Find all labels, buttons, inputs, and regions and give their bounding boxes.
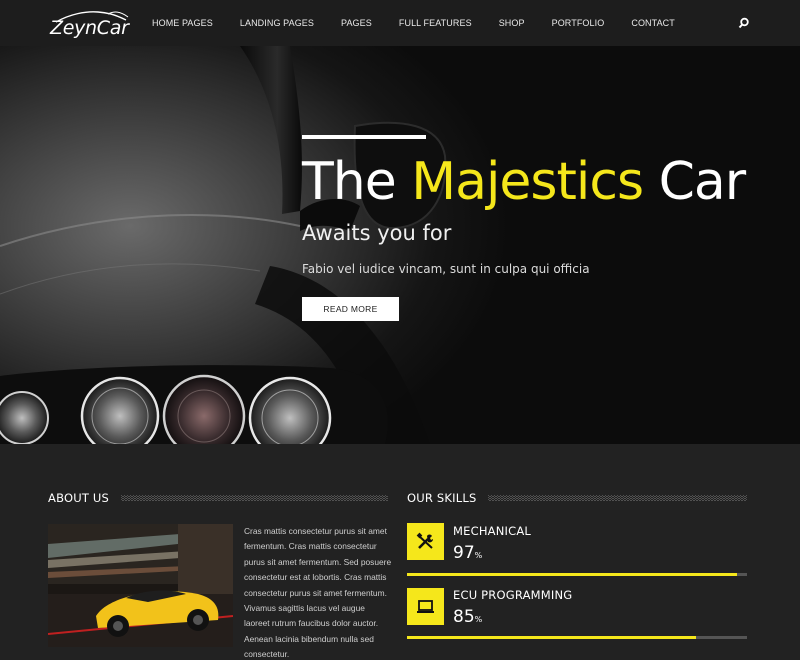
skill-value-unit: % — [474, 615, 483, 624]
about-text: Cras mattis consectetur purus sit amet f… — [244, 526, 392, 660]
hero-banner: The Majestics Car Awaits you for Fabio v… — [0, 46, 800, 444]
section-divider — [121, 495, 388, 501]
hero-title-prefix: The — [302, 152, 397, 212]
read-more-button[interactable]: READ MORE — [302, 297, 399, 321]
menu-item-landing-pages[interactable]: LANDING PAGES — [240, 0, 314, 46]
hero-text: Fabio vel iudice vincam, sunt in culpa q… — [302, 262, 590, 276]
skill-progress-track — [407, 573, 747, 576]
main-menu: HOME PAGES LANDING PAGES PAGES FULL FEAT… — [152, 0, 702, 46]
about-section-header: ABOUT US — [48, 491, 388, 505]
skills-section-header: OUR SKILLS — [407, 491, 747, 505]
hero-title-suffix: Car — [658, 152, 747, 212]
tools-icon — [416, 532, 433, 549]
menu-item-full-features[interactable]: FULL FEATURES — [399, 0, 472, 46]
skill-progress-track — [407, 636, 747, 639]
section-divider — [488, 495, 747, 501]
search-icon[interactable] — [738, 17, 750, 29]
skill-value-number: 97 — [453, 543, 475, 563]
skill-progress-fill — [407, 573, 737, 576]
logo-text: ZeynCar — [50, 17, 129, 39]
menu-item-contact[interactable]: CONTACT — [631, 0, 675, 46]
skill-icon-box — [407, 523, 444, 560]
menu-item-pages[interactable]: PAGES — [341, 0, 372, 46]
menu-item-shop[interactable]: SHOP — [499, 0, 525, 46]
skill-name: ECU PROGRAMMING — [453, 588, 573, 602]
top-navbar: ZeynCar HOME PAGES LANDING PAGES PAGES F… — [0, 0, 800, 46]
about-title: ABOUT US — [48, 491, 110, 505]
brand-logo[interactable]: ZeynCar — [48, 9, 132, 39]
skill-value-number: 85 — [453, 607, 475, 627]
skill-progress-fill — [407, 636, 696, 639]
skill-value: 97% — [453, 543, 482, 563]
menu-item-portfolio[interactable]: PORTFOLIO — [552, 0, 605, 46]
skill-icon-box — [407, 588, 444, 625]
laptop-icon — [417, 600, 434, 613]
hero-title-accent: Majestics — [411, 152, 644, 212]
skill-value: 85% — [453, 607, 482, 627]
hero-car-image — [0, 46, 447, 444]
skill-name: MECHANICAL — [453, 524, 532, 538]
skills-title: OUR SKILLS — [407, 491, 477, 505]
hero-subtitle: Awaits you for — [302, 221, 452, 245]
menu-item-home-pages[interactable]: HOME PAGES — [152, 0, 213, 46]
about-photo — [48, 524, 233, 647]
yellow-sportscar-image — [48, 524, 233, 647]
hero-title: The Majestics Car — [302, 152, 747, 212]
skill-value-unit: % — [474, 551, 483, 560]
hero-accent-line — [302, 135, 426, 139]
